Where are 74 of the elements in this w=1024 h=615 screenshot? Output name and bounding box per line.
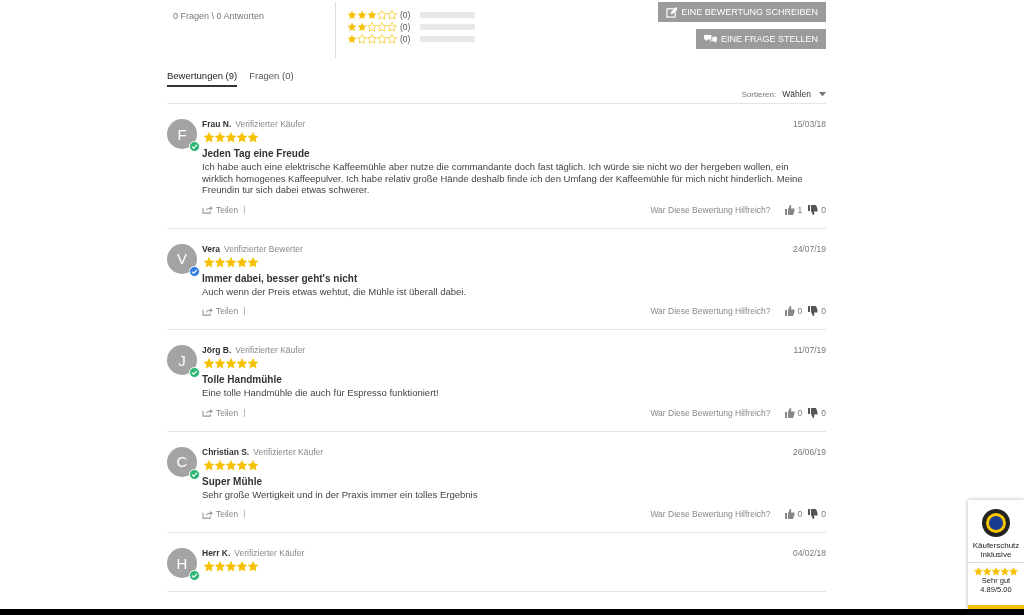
reviewer-name: Vera: [202, 243, 220, 254]
helpful-question: War Diese Bewertung Hilfreich?: [650, 306, 771, 316]
review-text: Auch wenn der Preis etwas wehtut, die Mühle ist überall dabei.: [202, 285, 468, 297]
thumbs-down-button[interactable]: 0: [808, 407, 826, 418]
qa-count: 0 Fragen \ 0 Antworten: [173, 10, 266, 22]
verified-label: Verifizierter Käufer: [253, 446, 324, 457]
thumbs-up-icon: [784, 407, 795, 418]
review-date: 15/03/18: [792, 119, 826, 129]
review-title: Tolle Handmühle: [202, 374, 283, 385]
review-text: Eine tolle Handmühle die auch für Espresso funktioniert!: [202, 387, 440, 399]
share-icon: [202, 408, 213, 417]
rating-count: (0): [400, 34, 412, 44]
tab[interactable]: Fragen (0): [249, 70, 294, 87]
review-date: 11/07/19: [793, 345, 826, 355]
rating-count: (0): [400, 22, 412, 32]
review-date: 26/06/19: [792, 446, 826, 457]
verified-label: Verifizierter Käufer: [235, 119, 306, 129]
thumbs-down-button[interactable]: 0: [808, 509, 826, 519]
helpful-question: War Diese Bewertung Hilfreich?: [650, 407, 771, 418]
verified-label: Verifizierter Käufer: [235, 345, 306, 355]
thumbs-down-icon: [808, 204, 819, 215]
thumbs-up-button[interactable]: 0: [784, 306, 803, 316]
thumbs-down-button[interactable]: 0: [808, 306, 826, 316]
share-icon: [202, 205, 213, 214]
caret-icon: [819, 91, 826, 97]
tab[interactable]: Bewertungen (9): [167, 70, 238, 87]
review-title: Immer dabei, besser geht's nicht: [202, 272, 359, 284]
star-rating-icon[interactable]: [346, 34, 398, 44]
thumbs-up-icon: [784, 509, 795, 519]
share-button[interactable]: Teilen: [202, 407, 239, 418]
thumbs-up-icon: [784, 306, 795, 316]
review-text: Ich habe auch eine elektrische Kaffeemühle aber nutze die commandante doch fast täglich. Ich würde sie nicht wo der hergeben wollen, ein wirklich homogenes Kaffeepulver. Ich habe relativ große Hände deshalb finde ich den Umfang der Kaffeemühle für mich nicht hinderlich. Meine Freundin tur sich dabei etwas schwerer.: [202, 161, 804, 196]
avatar: H: [167, 548, 197, 578]
share-button[interactable]: Teilen: [202, 306, 239, 316]
share-icon: [202, 509, 213, 519]
review-title: Super Mühle: [202, 475, 263, 487]
verified-label: Verifizierter Bewerter: [223, 243, 303, 254]
seal-icon: [981, 508, 1011, 538]
avatar: V: [167, 243, 197, 274]
sort-label: Sortieren:: [741, 89, 777, 99]
thumbs-up-button[interactable]: 0: [784, 509, 803, 519]
thumbs-up-button[interactable]: 0: [784, 407, 803, 418]
avatar: C: [167, 446, 197, 477]
reviewer-name: Christian S.: [202, 446, 250, 457]
review-date: 04/02/18: [792, 548, 826, 558]
helpful-question: War Diese Bewertung Hilfreich?: [650, 204, 771, 215]
sort-dropdown[interactable]: Wählen: [782, 89, 826, 99]
reviewer-name: Frau N.: [202, 119, 232, 129]
thumbs-down-icon: [808, 306, 819, 316]
ask-question-button[interactable]: EINE FRAGE STELLEN: [695, 29, 826, 49]
edit-icon: [666, 6, 678, 18]
review-text: Sehr große Wertigkeit und in der Praxis immer ein tolles Ergebnis: [202, 488, 479, 500]
reviewer-name: Jörg B.: [202, 345, 232, 355]
review-title: Jeden Tag eine Freude: [202, 148, 311, 159]
thumbs-down-icon: [808, 407, 819, 418]
verified-label: Verifizierter Käufer: [234, 548, 305, 558]
share-icon: [202, 306, 213, 316]
rating-count: (0): [400, 10, 412, 20]
write-review-button[interactable]: EINE BEWERTUNG SCHREIBEN: [658, 2, 826, 22]
review-date: 24/07/19: [792, 243, 826, 254]
thumbs-down-icon: [808, 509, 819, 519]
reviewer-name: Herr K.: [202, 548, 231, 558]
star-rating-icon[interactable]: [346, 10, 398, 20]
helpful-question: War Diese Bewertung Hilfreich?: [650, 509, 771, 519]
avatar: J: [167, 345, 197, 375]
share-button[interactable]: Teilen: [202, 204, 239, 215]
thumbs-up-icon: [784, 204, 795, 215]
trust-label: Käuferschutz inklusive: [968, 541, 1024, 563]
thumbs-up-button[interactable]: 1: [784, 204, 803, 215]
chat-icon: [703, 33, 717, 45]
star-rating-icon[interactable]: [346, 22, 398, 32]
avatar: F: [167, 119, 197, 149]
thumbs-down-button[interactable]: 0: [808, 204, 826, 215]
share-button[interactable]: Teilen: [202, 509, 239, 519]
